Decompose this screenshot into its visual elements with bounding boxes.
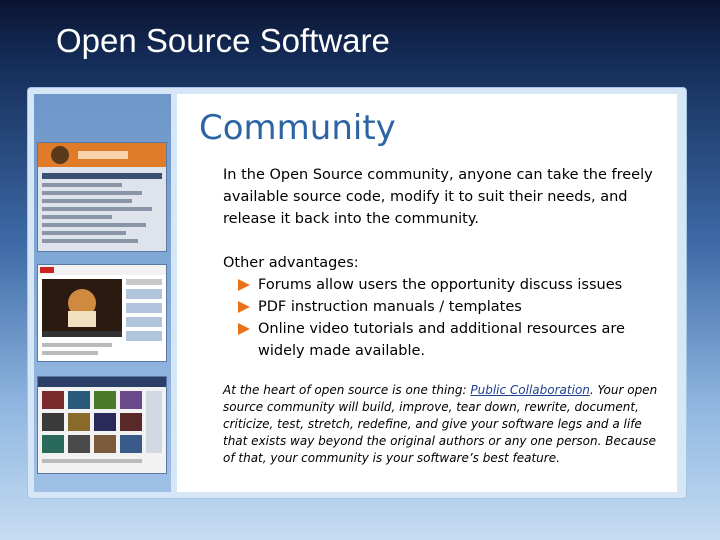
list-item: Forums allow users the opportunity discu… xyxy=(236,274,656,296)
arrow-right-icon xyxy=(238,323,250,335)
forum-screenshot-image xyxy=(38,143,166,251)
public-collaboration-link[interactable]: Public Collaboration xyxy=(470,383,590,397)
footer-paragraph: At the heart of open source is one thing… xyxy=(223,382,663,467)
templates-screenshot-image xyxy=(38,377,166,463)
list-item: PDF instruction manuals / templates xyxy=(236,296,656,318)
video-tutorial-screenshot-thumbnail xyxy=(37,264,167,362)
templates-screenshot-thumbnail xyxy=(37,376,167,474)
arrow-right-icon xyxy=(238,301,250,313)
advantages-list: Forums allow users the opportunity discu… xyxy=(236,274,656,362)
advantage-text: Forums allow users the opportunity discu… xyxy=(258,277,623,293)
forum-screenshot-thumbnail xyxy=(37,142,167,252)
footer-text-before: At the heart of open source is one thing… xyxy=(223,383,471,397)
slide-title: Open Source Software xyxy=(56,22,390,59)
intro-paragraph: In the Open Source community, anyone can… xyxy=(223,167,653,227)
section-heading: Community xyxy=(199,108,396,148)
advantages-heading: Other advantages: xyxy=(223,255,359,271)
arrow-right-icon xyxy=(238,279,250,291)
advantage-text: PDF instruction manuals / templates xyxy=(258,299,522,315)
list-item: Online video tutorials and additional re… xyxy=(236,318,656,362)
advantage-text: Online video tutorials and additional re… xyxy=(258,321,625,359)
video-screenshot-image xyxy=(38,265,166,355)
